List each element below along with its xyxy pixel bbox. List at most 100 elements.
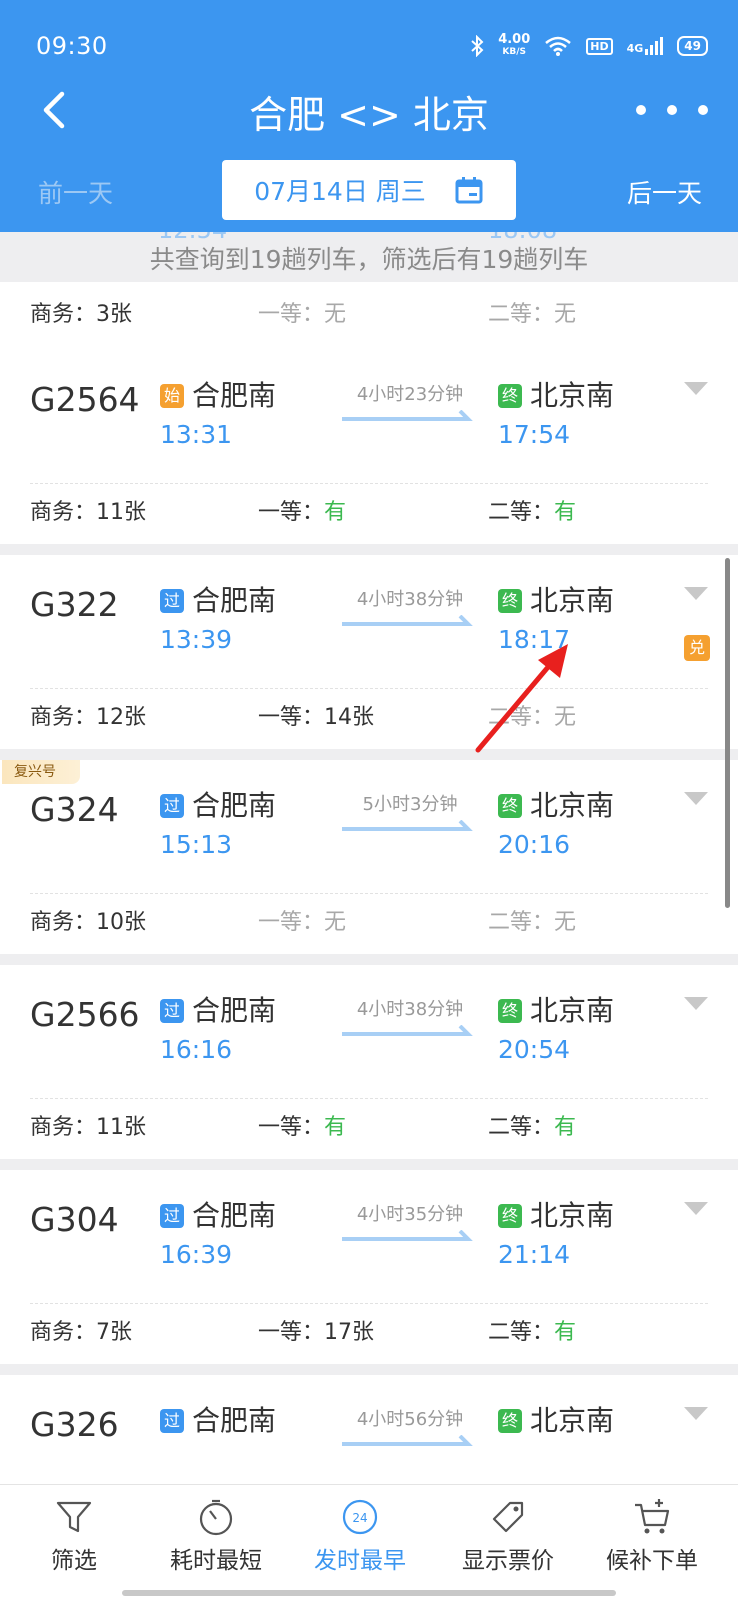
train-card-g2564[interactable]: G2564 始合肥南 13:31 4小时23分钟 终北京南 17:54 商务：1… <box>0 350 738 544</box>
tab-filter[interactable]: 筛选 <box>44 1485 104 1585</box>
stopwatch-icon <box>199 1499 233 1536</box>
pass-through-tag: 过 <box>160 1204 184 1228</box>
train-number: G2566 <box>30 995 140 1034</box>
seat-availability: 商务：11张 一等：有 二等：有 <box>30 494 738 530</box>
arrival-station: 终北京南 <box>498 1194 614 1234</box>
pass-through-tag: 过 <box>160 794 184 818</box>
selected-date: 07月14日 周三 <box>254 177 426 206</box>
arrival-time: 17:54 <box>498 420 571 449</box>
clock-24-icon: 24 <box>342 1499 378 1535</box>
arrival-time: 20:16 <box>498 830 571 859</box>
divider <box>30 483 708 484</box>
seat-availability: 商务：3张 一等：无 二等：无 <box>30 296 738 332</box>
svg-text:24: 24 <box>352 1511 367 1525</box>
page-title: 合肥 <> 北京 <box>249 93 489 137</box>
duration-arrow-icon <box>342 1435 473 1446</box>
price-tag-icon <box>492 1501 524 1533</box>
seat-first-class: 一等：有 <box>258 500 347 525</box>
departure-time: 13:39 <box>160 625 233 654</box>
departure-station: 过合肥南 <box>160 1399 276 1439</box>
train-card-g324[interactable]: 复兴号 G324 过合肥南 15:13 5小时3分钟 终北京南 20:16 商务… <box>0 760 738 954</box>
calendar-icon <box>455 177 483 204</box>
expand-chevron-icon[interactable] <box>684 382 708 396</box>
train-card-g322[interactable]: G322 过合肥南 13:39 4小时38分钟 终北京南 18:17 兑 商务：… <box>0 555 738 749</box>
status-icons: 4.00 KB/S HD 4G 49 <box>470 32 708 58</box>
train-card-g326[interactable]: G326 过合肥南 4小时56分钟 终北京南 <box>0 1375 738 1484</box>
expand-chevron-icon[interactable] <box>684 587 708 601</box>
terminal-tag: 终 <box>498 794 522 818</box>
terminal-tag: 终 <box>498 1204 522 1228</box>
seat-first-class: 一等：无 <box>258 302 347 327</box>
train-card-g2566[interactable]: G2566 过合肥南 16:16 4小时38分钟 终北京南 20:54 商务：1… <box>0 965 738 1159</box>
prev-day-button[interactable]: 前一天 <box>38 174 113 210</box>
result-summary: 12:54 18:08 共查询到19趟列车，筛选后有19趟列车 <box>0 232 738 282</box>
expand-chevron-icon[interactable] <box>684 997 708 1011</box>
arrival-station: 终北京南 <box>498 579 614 619</box>
duration: 4小时35分钟 <box>356 1204 464 1225</box>
expand-chevron-icon[interactable] <box>684 792 708 806</box>
scrollbar[interactable] <box>725 558 730 908</box>
expand-chevron-icon[interactable] <box>684 1202 708 1216</box>
duration-arrow-icon <box>342 410 473 421</box>
duration-arrow-icon <box>342 1025 473 1036</box>
date-picker[interactable]: 07月14日 周三 <box>222 160 516 220</box>
arrival-station: 终北京南 <box>498 989 614 1029</box>
departure-time: 16:16 <box>160 1035 233 1064</box>
tab-earliest-departure[interactable]: 24 发时最早 <box>304 1485 416 1585</box>
summary-text: 共查询到19趟列车，筛选后有19趟列车 <box>149 245 589 274</box>
filter-icon <box>56 1501 92 1533</box>
arrival-station: 终北京南 <box>498 1399 614 1439</box>
seat-business: 商务：10张 <box>30 910 147 935</box>
departure-station: 始合肥南 <box>160 374 276 414</box>
duration: 4小时23分钟 <box>356 384 464 405</box>
seat-first-class: 一等：有 <box>258 1115 347 1140</box>
tab-label: 发时最早 <box>314 1548 406 1574</box>
expand-chevron-icon[interactable] <box>684 1407 708 1421</box>
seat-business: 商务：7张 <box>30 1320 133 1345</box>
seat-second-class: 二等：无 <box>488 302 577 327</box>
seat-second-class: 二等：有 <box>488 1320 577 1345</box>
nav-bar: 合肥 <> 北京 <box>0 82 738 138</box>
hd-icon: HD <box>586 37 613 55</box>
wifi-icon <box>545 36 572 56</box>
list-item[interactable]: 商务：3张 一等：无 二等：无 <box>0 282 738 354</box>
train-list: 12:54 18:08 共查询到19趟列车，筛选后有19趟列车 商务：3张 一等… <box>0 232 738 1484</box>
tab-waitlist-order[interactable]: 候补下单 <box>602 1485 702 1585</box>
pass-through-tag: 过 <box>160 999 184 1023</box>
arrival-time: 20:54 <box>498 1035 571 1064</box>
next-day-button[interactable]: 后一天 <box>627 174 702 210</box>
terminal-tag: 终 <box>498 589 522 613</box>
duration: 4小时38分钟 <box>356 999 464 1020</box>
more-options-icon[interactable] <box>636 92 708 128</box>
pass-through-tag: 过 <box>160 1409 184 1433</box>
seat-business: 商务：11张 <box>30 500 147 525</box>
train-number: G322 <box>30 585 119 624</box>
departure-station: 过合肥南 <box>160 989 276 1029</box>
app-header: 09:30 4.00 KB/S HD 4G 49 合肥 <> 北京 前一天 07月… <box>0 0 738 232</box>
duration-arrow-icon <box>342 615 473 626</box>
origin-tag: 始 <box>160 384 184 408</box>
terminal-tag: 终 <box>498 999 522 1023</box>
bluetooth-icon <box>471 35 484 57</box>
duration: 4小时56分钟 <box>356 1409 464 1430</box>
cart-add-icon <box>635 1499 670 1534</box>
terminal-tag: 终 <box>498 1409 522 1433</box>
seat-second-class: 二等：无 <box>488 910 577 935</box>
battery-icon: 49 <box>677 36 708 56</box>
seat-business: 商务：11张 <box>30 1115 147 1140</box>
train-card-g304[interactable]: G304 过合肥南 16:39 4小时35分钟 终北京南 21:14 商务：7张… <box>0 1170 738 1364</box>
seat-availability: 商务：7张 一等：17张 二等：有 <box>30 1314 738 1350</box>
tab-show-price[interactable]: 显示票价 <box>458 1485 558 1585</box>
arrival-station: 终北京南 <box>498 784 614 824</box>
tab-label: 筛选 <box>51 1548 97 1574</box>
tab-label: 显示票价 <box>462 1548 554 1574</box>
departure-time: 15:13 <box>160 830 233 859</box>
seat-first-class: 一等：17张 <box>258 1320 375 1345</box>
seat-availability: 商务：10张 一等：无 二等：无 <box>30 904 738 940</box>
departure-station: 过合肥南 <box>160 784 276 824</box>
tab-shortest-duration[interactable]: 耗时最短 <box>160 1485 272 1585</box>
network-speed: 4.00 KB/S <box>498 32 531 57</box>
departure-time: 13:31 <box>160 420 233 449</box>
divider <box>30 893 708 894</box>
signal-icon: 4G <box>627 37 664 55</box>
